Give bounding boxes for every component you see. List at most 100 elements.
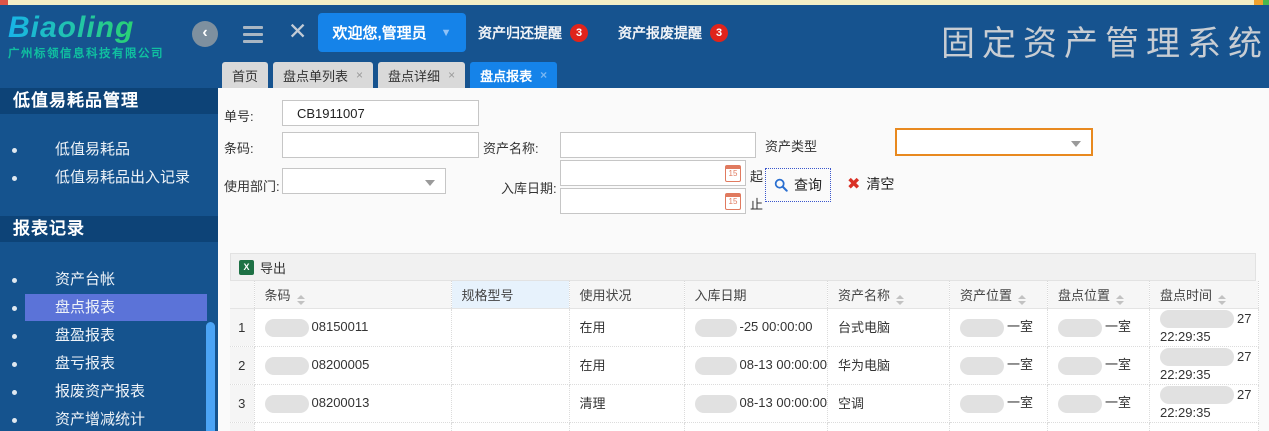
search-button[interactable]: 查询: [765, 168, 831, 202]
welcome-label: 欢迎您,管理员: [332, 22, 426, 43]
table-cell: 08200005: [254, 347, 451, 385]
sidebar-item-label: 盘亏报表: [55, 350, 115, 378]
table-row[interactable]: 108150011在用-25 00:00:00台式电脑一室一室2722:29:3…: [230, 309, 1258, 347]
table-cell: 在用: [569, 309, 684, 347]
logo: Biaoling: [8, 11, 134, 45]
sidebar-item-低值易耗品[interactable]: 低值易耗品: [0, 136, 218, 164]
redaction-blob: [1160, 310, 1234, 328]
column-header-使用状况: 使用状况: [569, 281, 684, 309]
welcome-dropdown[interactable]: 欢迎您,管理员 ▼: [318, 13, 466, 52]
asset-type-select[interactable]: [895, 128, 1093, 156]
redaction-blob: [1160, 348, 1234, 366]
sidebar-item-盘点报表[interactable]: 盘点报表: [0, 294, 218, 322]
table-cell: 一室: [949, 385, 1047, 423]
notifications: 资产归还提醒3 资产报废提醒3: [478, 23, 728, 43]
sidebar-item-资产增减统计[interactable]: 资产增减统计: [0, 406, 218, 431]
order-no-label: 单号:: [224, 106, 254, 125]
tab-盘点报表[interactable]: 盘点报表 ×: [470, 62, 557, 88]
notification-1[interactable]: 资产归还提醒3: [478, 23, 588, 43]
tab-首页[interactable]: 首页: [222, 62, 268, 88]
date-to-input[interactable]: 15: [560, 188, 746, 214]
redaction-blob: [1058, 319, 1102, 337]
table-cell: 华为电脑: [827, 347, 949, 385]
sidebar-item-盘盈报表[interactable]: 盘盈报表: [0, 322, 218, 350]
table-cell: -25 00:00:00: [684, 309, 827, 347]
sort-icon[interactable]: [297, 295, 305, 305]
sort-icon[interactable]: [896, 295, 904, 305]
tab-盘点详细[interactable]: 盘点详细 ×: [378, 62, 465, 88]
order-no-input[interactable]: [282, 100, 479, 126]
search-icon: [774, 178, 788, 192]
calendar-icon[interactable]: 15: [725, 165, 741, 182]
sidebar: 低值易耗品管理低值易耗品低值易耗品出入记录报表记录资产台帐盘点报表盘盈报表盘亏报…: [0, 88, 218, 431]
redaction-blob: [695, 357, 737, 375]
date-to-suffix: 止: [750, 194, 763, 213]
close-icon[interactable]: ✕: [288, 18, 307, 45]
in-date-label: 入库日期:: [501, 178, 557, 197]
menu-icon[interactable]: [243, 26, 263, 47]
table-row[interactable]: 308200013清理08-13 00:00:00空调一室一室2722:29:3…: [230, 385, 1258, 423]
sidebar-item-盘亏报表[interactable]: 盘亏报表: [0, 350, 218, 378]
date-from-input[interactable]: 15: [560, 160, 746, 186]
header: Biaoling 广州标领信息科技有限公司 ‹ ✕ 欢迎您,管理员 ▼ 资产归还…: [0, 5, 1269, 88]
redaction-blob: [1160, 386, 1234, 404]
clear-button[interactable]: ✖ 清空: [847, 174, 894, 194]
bullet-icon: [12, 418, 17, 423]
bullet-icon: [12, 176, 17, 181]
sidebar-item-报废资产报表[interactable]: 报废资产报表: [0, 378, 218, 406]
asset-name-input[interactable]: [560, 132, 756, 158]
redaction-blob: [265, 319, 309, 337]
table-cell: [569, 423, 684, 431]
sidebar-scrollbar[interactable]: [206, 322, 215, 431]
table-row[interactable]: 208200005在用08-13 00:00:00华为电脑一室一室2722:29…: [230, 347, 1258, 385]
sidebar-item-label: 低值易耗品: [55, 136, 130, 164]
collapse-sidebar-button[interactable]: ‹: [192, 21, 218, 47]
table-row[interactable]: 2019-11-27: [230, 423, 1258, 431]
table-cell: [949, 423, 1047, 431]
notification-label: 资产报废提醒: [618, 23, 702, 43]
column-header-条码[interactable]: 条码: [254, 281, 451, 309]
table-cell: [451, 309, 569, 347]
sidebar-item-资产台帐[interactable]: 资产台帐: [0, 266, 218, 294]
redaction-blob: [960, 395, 1004, 413]
tab-label: 盘点单列表: [283, 66, 348, 85]
row-number-cell: 3: [230, 385, 254, 423]
column-header-盘点位置[interactable]: 盘点位置: [1047, 281, 1149, 309]
table-cell: 2722:29:35: [1149, 347, 1258, 385]
table-cell: [451, 385, 569, 423]
table-cell: [451, 423, 569, 431]
caret-down-icon: ▼: [441, 27, 452, 39]
sort-icon[interactable]: [1018, 295, 1026, 305]
sort-icon[interactable]: [1116, 295, 1124, 305]
bullet-icon: [12, 390, 17, 395]
tab-盘点单列表[interactable]: 盘点单列表 ×: [273, 62, 373, 88]
calendar-icon[interactable]: 15: [725, 193, 741, 210]
row-number-cell: [230, 423, 254, 431]
asset-type-label: 资产类型: [765, 136, 817, 155]
column-header-资产位置[interactable]: 资产位置: [949, 281, 1047, 309]
table-cell: 一室: [1047, 309, 1149, 347]
table-cell: 在用: [569, 347, 684, 385]
column-header-资产名称[interactable]: 资产名称: [827, 281, 949, 309]
sort-icon[interactable]: [1218, 295, 1226, 305]
tab-close-icon[interactable]: ×: [448, 68, 455, 82]
tab-close-icon[interactable]: ×: [356, 68, 363, 82]
tab-label: 首页: [232, 66, 258, 85]
tab-close-icon[interactable]: ×: [540, 68, 547, 82]
search-button-label: 查询: [794, 175, 822, 195]
sidebar-item-label: 盘盈报表: [55, 322, 115, 350]
tab-label: 盘点报表: [480, 66, 532, 85]
sidebar-item-低值易耗品出入记录[interactable]: 低值易耗品出入记录: [0, 164, 218, 192]
table-cell: 空调: [827, 385, 949, 423]
barcode-input[interactable]: [282, 132, 479, 158]
column-header-入库日期: 入库日期: [684, 281, 827, 309]
export-button-label: 导出: [260, 258, 286, 277]
chevron-down-icon: [1071, 141, 1081, 147]
notification-2[interactable]: 资产报废提醒3: [618, 23, 728, 43]
department-select[interactable]: [282, 168, 446, 194]
tab-label: 盘点详细: [388, 66, 440, 85]
column-header-盘点时间[interactable]: 盘点时间: [1149, 281, 1258, 309]
export-button[interactable]: X 导出: [239, 258, 286, 277]
app-title: 固定资产管理系统: [941, 16, 1269, 65]
table-cell: [1047, 423, 1149, 431]
